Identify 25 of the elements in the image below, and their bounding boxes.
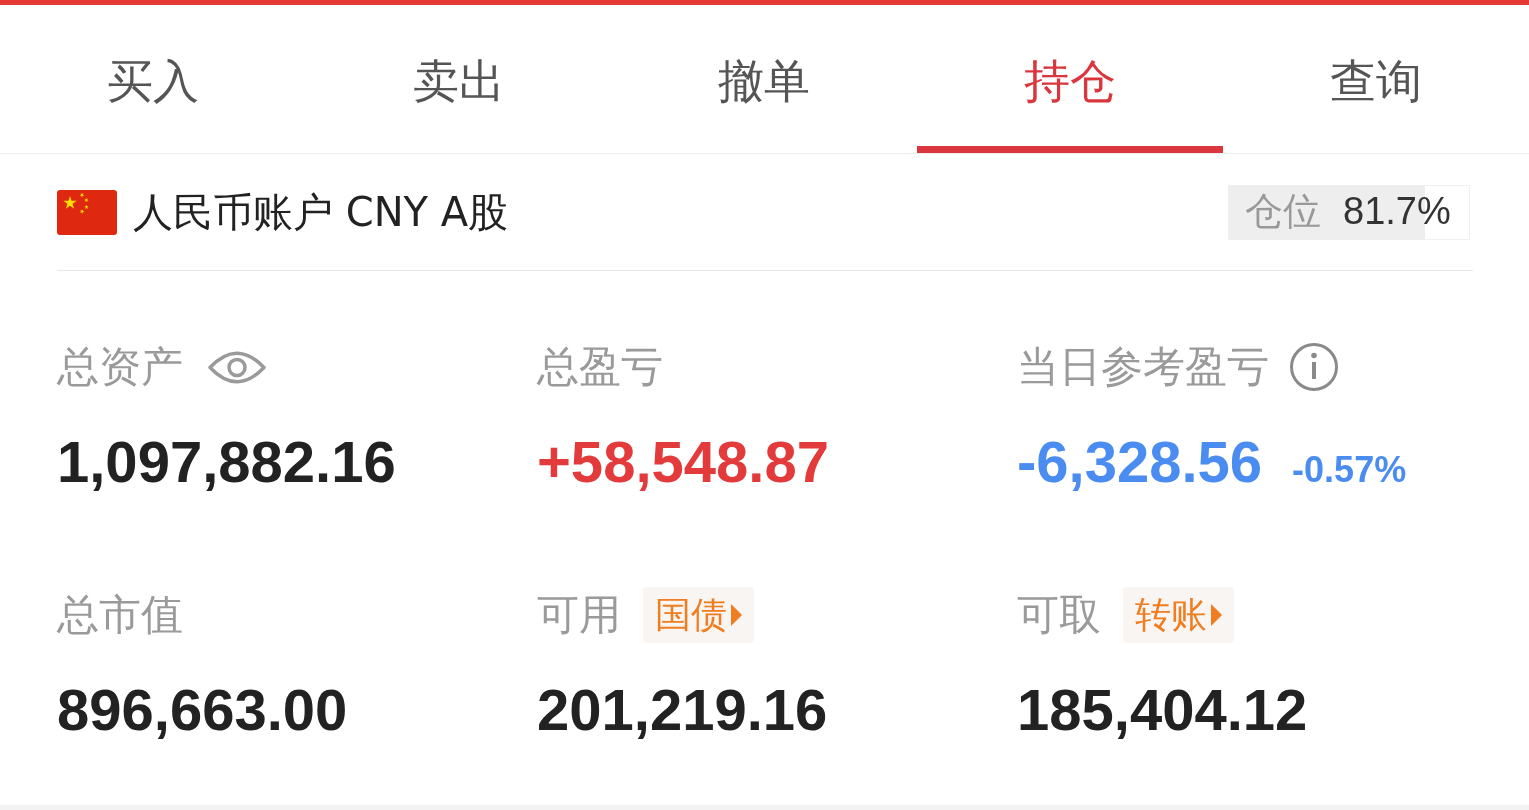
stat-label: 当日参考盈亏	[1017, 341, 1269, 393]
caret-icon	[1211, 604, 1222, 626]
percent-change: -0.57%	[1292, 448, 1407, 492]
tab[interactable]: 买入	[0, 5, 306, 153]
tab[interactable]: 撤单	[611, 5, 918, 153]
stat-label: 总资产	[57, 341, 183, 393]
tab[interactable]: 持仓	[917, 5, 1224, 153]
stat-value: 1,097,882.16	[57, 428, 396, 496]
caret-icon	[731, 604, 742, 626]
flag-icon	[57, 189, 117, 235]
tab[interactable]: 卖出	[305, 5, 612, 153]
stat-value: -6,328.56	[1017, 428, 1263, 496]
stat-label: 总盈亏	[537, 341, 663, 393]
stat-label: 可用	[537, 589, 621, 641]
info-icon[interactable]	[1289, 342, 1339, 392]
stat-label: 可取	[1017, 589, 1101, 641]
stat-value: 201,219.16	[537, 676, 828, 744]
stat-label: 总市值	[57, 589, 183, 641]
position-value: 81.7%	[1343, 191, 1451, 233]
stat-value: +58,548.87	[537, 428, 829, 496]
stat-value: 185,404.12	[1017, 676, 1308, 744]
tab[interactable]: 查询	[1223, 5, 1529, 153]
account-name: 人民币账户 CNY A股	[133, 188, 509, 236]
position-label: 仓位	[1245, 191, 1321, 233]
stat-value: 896,663.00	[57, 676, 348, 744]
